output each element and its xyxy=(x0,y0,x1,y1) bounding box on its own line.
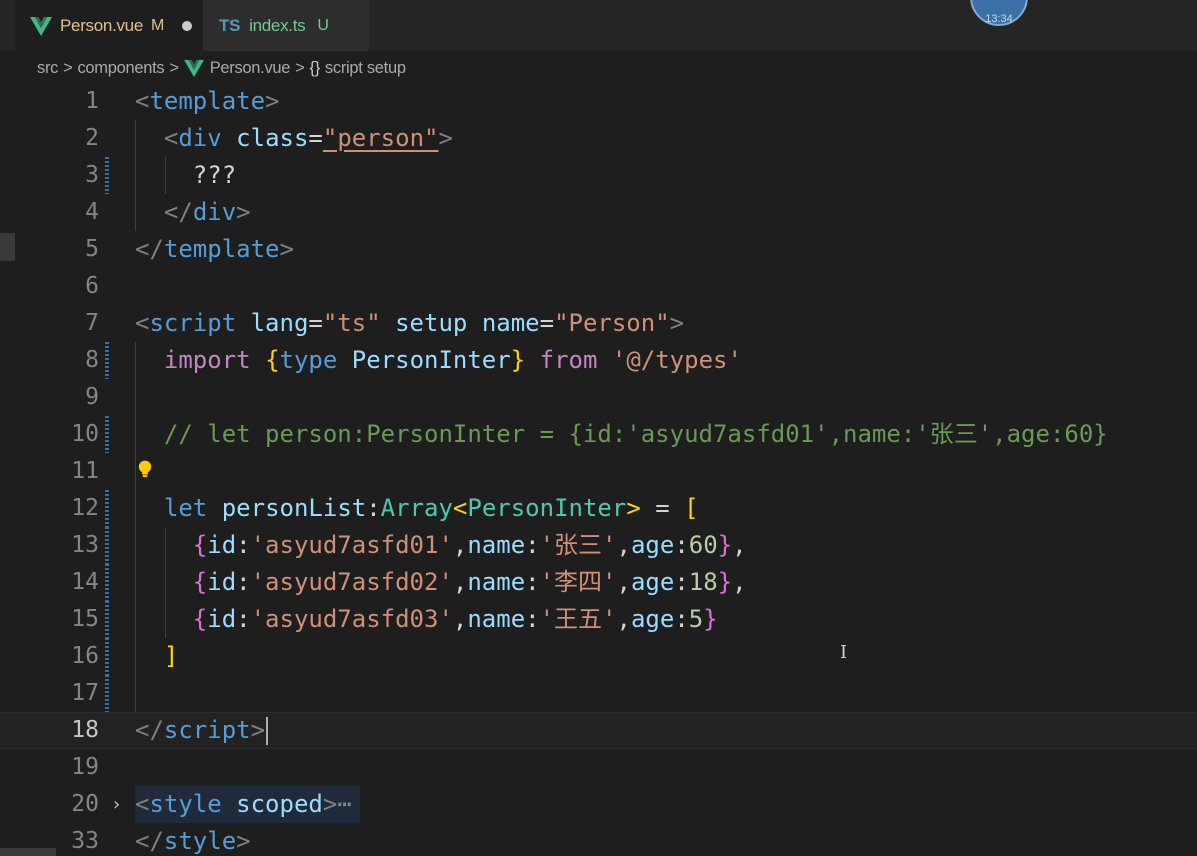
line-number: 19 xyxy=(71,754,99,780)
chevron-right-icon[interactable]: › xyxy=(111,786,122,823)
line-number: 16 xyxy=(71,643,99,669)
git-status-badge: U xyxy=(317,16,329,34)
line-number: 4 xyxy=(85,199,99,225)
breadcrumb-item-file[interactable]: Person.vue xyxy=(210,59,291,78)
line-number: 15 xyxy=(71,606,99,632)
tab-label: Person.vue xyxy=(60,15,143,35)
breadcrumb-separator: > xyxy=(63,58,73,77)
git-modified-gutter-marker xyxy=(105,490,109,527)
tab-index-ts[interactable]: TS index.ts U xyxy=(203,0,369,51)
git-modified-gutter-marker xyxy=(105,601,109,638)
line-number: 1 xyxy=(85,88,99,114)
scroll-marker xyxy=(0,848,56,856)
line-number: 13 xyxy=(71,532,99,558)
code-area[interactable]: 1 <template> 2 <div class="person"> 3 ??… xyxy=(0,83,1197,856)
line-number: 8 xyxy=(85,347,99,373)
lightbulb-icon[interactable] xyxy=(137,460,153,478)
line-number: 6 xyxy=(85,273,99,299)
line-number: 7 xyxy=(85,310,99,336)
git-modified-gutter-marker xyxy=(105,675,109,712)
breadcrumb: src > components > Person.vue > {} scrip… xyxy=(37,55,406,81)
breadcrumb-item-src[interactable]: src xyxy=(37,59,58,78)
line-number: 3 xyxy=(85,162,99,188)
mouse-ibeam-cursor: I xyxy=(840,642,848,663)
avatar[interactable]: 13:34 xyxy=(970,0,1028,26)
code-line: 15 {id:'asyud7asfd03',name:'王五',age:5} xyxy=(0,601,1197,638)
code-line: 12 let personList:Array<PersonInter> = [ xyxy=(0,490,1197,527)
code-editor: Person.vue M TS index.ts U 13:34 src > c… xyxy=(0,0,1197,856)
code-line: 17 xyxy=(0,675,1197,712)
git-status-badge: M xyxy=(151,16,165,34)
dirty-indicator-icon[interactable] xyxy=(182,20,193,31)
line-number: 12 xyxy=(71,495,99,521)
git-modified-gutter-marker xyxy=(105,564,109,601)
text-cursor xyxy=(266,717,269,745)
vue-icon xyxy=(183,59,204,77)
line-number: 11 xyxy=(71,458,99,484)
code-line: 8 import {type PersonInter} from '@/type… xyxy=(0,342,1197,379)
code-line: 2 <div class="person"> xyxy=(0,120,1197,157)
line-number: 14 xyxy=(71,569,99,595)
breadcrumb-separator: > xyxy=(169,58,179,77)
line-number: 9 xyxy=(85,384,99,410)
breadcrumb-item-components[interactable]: components xyxy=(77,59,164,78)
code-line-current: 18 </script> xyxy=(0,712,1197,749)
line-number: 2 xyxy=(85,125,99,151)
tab-person-vue[interactable]: Person.vue M xyxy=(15,0,203,51)
git-modified-gutter-marker xyxy=(105,416,109,453)
git-modified-gutter-marker xyxy=(105,342,109,379)
tab-label: index.ts xyxy=(249,15,306,35)
vue-icon xyxy=(30,16,52,36)
code-line: 33 </style> xyxy=(0,823,1197,856)
code-line: 6 xyxy=(0,268,1197,305)
code-line: 7 <script lang="ts" setup name="Person"> xyxy=(0,305,1197,342)
breadcrumb-item-symbol[interactable]: script setup xyxy=(325,59,406,78)
code-line: 3 ??? xyxy=(0,157,1197,194)
line-number: 17 xyxy=(71,680,99,706)
code-line: 9 xyxy=(0,379,1197,416)
code-line: 1 <template> xyxy=(0,83,1197,120)
breadcrumb-separator: > xyxy=(295,58,305,77)
code-line: 13 {id:'asyud7asfd01',name:'张三',age:60}, xyxy=(0,527,1197,564)
line-number: 10 xyxy=(71,421,99,447)
typescript-icon: TS xyxy=(219,15,241,35)
git-modified-gutter-marker xyxy=(105,638,109,675)
tab-bar: Person.vue M TS index.ts U 13:34 xyxy=(0,0,1197,51)
code-line: 16 ] xyxy=(0,638,1197,675)
git-modified-gutter-marker xyxy=(105,527,109,564)
line-number: 18 xyxy=(71,717,99,743)
code-line: 11 xyxy=(0,453,1197,490)
code-line: 5 </template> xyxy=(0,231,1197,268)
line-number: 5 xyxy=(85,236,99,262)
code-line: 19 xyxy=(0,749,1197,786)
code-line: 10 // let person:PersonInter = {id:'asyu… xyxy=(0,416,1197,453)
code-line: 4 </div> xyxy=(0,194,1197,231)
code-line-folded: 20 › <style scoped>⋯ xyxy=(0,786,1197,823)
braces-icon: {} xyxy=(309,58,321,77)
line-number: 20 xyxy=(71,791,99,817)
folded-ellipsis[interactable]: ⋯ xyxy=(337,790,351,818)
git-modified-gutter-marker xyxy=(105,157,109,194)
code-line: 14 {id:'asyud7asfd02',name:'李四',age:18}, xyxy=(0,564,1197,601)
